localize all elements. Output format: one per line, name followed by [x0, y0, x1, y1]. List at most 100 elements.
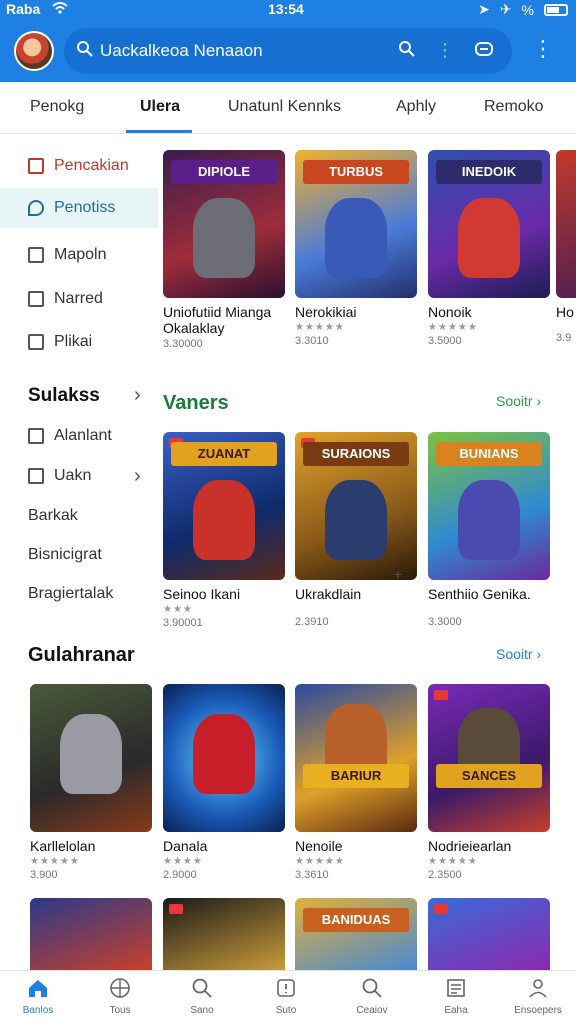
game-meta: 2.9000 — [163, 869, 197, 881]
game-card[interactable]: Danala ★★★★ 2.9000 — [163, 684, 285, 884]
game-title: Nonoik — [428, 304, 472, 320]
nav-label: Eaha — [444, 1005, 468, 1016]
game-thumbnail: DIPIOLE — [163, 150, 285, 298]
tab-0[interactable]: Penokg — [30, 98, 84, 116]
game-card[interactable]: BARIUR Nenoile ★★★★★ 3.3610 — [295, 684, 417, 884]
nav-item-ensoepers[interactable]: Ensoepers — [502, 977, 574, 1016]
nav-item-eaha[interactable]: Eaha — [420, 977, 492, 1016]
game-card[interactable]: BUNIANS Senthiio Genika. 3.3000 — [428, 432, 550, 632]
globe-icon — [84, 977, 156, 1003]
add-icon[interactable]: + — [394, 566, 402, 582]
game-art — [193, 480, 255, 560]
see-all-link[interactable]: Sooitr › — [496, 646, 541, 662]
search-submit-icon[interactable] — [398, 40, 416, 63]
game-title: Ho — [556, 304, 574, 320]
game-meta: 3.3000 — [428, 616, 462, 628]
game-thumbnail — [30, 898, 152, 970]
status-right: ➤ ✈ % — [478, 1, 568, 18]
chat-icon — [28, 200, 44, 216]
game-art — [193, 198, 255, 278]
tab-4[interactable]: Remoko — [484, 98, 544, 116]
tab-indicator — [126, 130, 192, 133]
game-thumbnail: BARIUR — [295, 684, 417, 832]
app-header: Raba 13:54 ➤ ✈ % Uackalkeoa Nenaaon ⋮ ⋮ — [0, 0, 576, 82]
game-meta: 3.5000 — [428, 335, 462, 347]
sidebar-subitem-0[interactable]: Alanlant — [0, 416, 158, 456]
nav-item-ceaiov[interactable]: Ceaiov — [336, 977, 408, 1016]
chevron-right-icon[interactable]: › — [134, 384, 141, 407]
see-all-link[interactable]: Sooitr › — [496, 393, 541, 409]
search-input[interactable]: Uackalkeoa Nenaaon — [100, 41, 263, 61]
more-menu-icon[interactable]: ⋮ — [532, 38, 554, 60]
news-icon — [420, 977, 492, 1003]
sidebar-item-1[interactable]: Penotiss — [0, 188, 158, 228]
sidebar-link-2[interactable]: Bragiertalak — [28, 585, 113, 603]
game-card[interactable]: TURBUS Nerokikiai ★★★★★ 3.3010 — [295, 150, 417, 350]
game-card[interactable]: SANCES Nodrieiearlan ★★★★★ 2.3500 — [428, 684, 550, 884]
section-title-vaners: Vaners — [163, 392, 229, 414]
rating-stars: ★★★★★ — [295, 856, 345, 867]
nav-label: Ensoepers — [514, 1005, 562, 1016]
sidebar-item-0[interactable]: Pencakian — [0, 146, 158, 186]
game-card[interactable] — [30, 898, 152, 970]
status-bar: Raba 13:54 ➤ ✈ % — [0, 0, 576, 20]
game-title: Karllelolan — [30, 838, 96, 854]
filter-icon[interactable] — [474, 40, 494, 63]
info-icon — [250, 977, 322, 1003]
signal-icon: ✈ — [499, 1, 512, 17]
art-title: SURAIONS — [303, 442, 409, 466]
status-time: 13:54 — [268, 1, 304, 17]
game-meta: 3.3610 — [295, 869, 329, 881]
sidebar-item-3[interactable]: Narred — [0, 279, 158, 319]
section-title-gulahranar: Gulahranar — [28, 644, 135, 666]
game-title: Uniofutiid Mianga Okalaklay — [163, 304, 272, 336]
game-meta: 3.9 — [556, 332, 572, 344]
game-title: Senthiio Genika. — [428, 586, 531, 602]
game-card[interactable] — [163, 898, 285, 970]
chevron-right-icon[interactable]: › — [134, 465, 141, 488]
rating-stars: ★★★★ — [163, 856, 203, 867]
top-tabs: Penokg Ulera Unatunl Kennks Aphly Remoko — [0, 82, 576, 134]
sidebar-link-0[interactable]: Barkak — [28, 507, 78, 525]
game-art — [193, 714, 255, 794]
nav-item-tous[interactable]: Tous — [84, 977, 156, 1016]
nav-item-suto[interactable]: Suto — [250, 977, 322, 1016]
game-title: Nodrieiearlan — [428, 838, 512, 854]
game-meta: 2.3910 — [295, 616, 329, 628]
nav-label: Tous — [109, 1005, 131, 1016]
game-card[interactable]: ZUANAT Seinoo Ikani ★★★ 3.90001 — [163, 432, 285, 632]
wifi-icon — [52, 1, 68, 17]
art-title: INEDOIK — [436, 160, 542, 184]
nav-label: Sano — [190, 1005, 214, 1016]
tab-1[interactable]: Ulera — [140, 98, 180, 116]
tab-2[interactable]: Unatunl Kennks — [228, 98, 341, 116]
tab-3[interactable]: Aphly — [396, 98, 436, 116]
game-thumbnail: SURAIONS — [295, 432, 417, 580]
sidebar-link-1[interactable]: Bisnicigrat — [28, 546, 102, 564]
sidebar-item-4[interactable]: Plikai — [0, 322, 158, 362]
game-thumbnail: TURBUS — [295, 150, 417, 298]
live-badge — [434, 904, 448, 914]
nav-item-home[interactable]: Banlos — [2, 977, 74, 1016]
game-art — [60, 714, 122, 794]
game-thumbnail: INEDOIK — [428, 150, 550, 298]
game-meta: 3.90001 — [163, 617, 203, 629]
game-card[interactable]: INEDOIK Nonoik ★★★★★ 3.5000 — [428, 150, 550, 350]
game-card[interactable]: BANIDUAS — [295, 898, 417, 970]
voice-icon[interactable]: ⋮ — [436, 40, 454, 63]
game-title: Nenoile — [295, 838, 343, 854]
rating-stars: ★★★★★ — [428, 856, 478, 867]
game-card[interactable]: DIPIOLE Uniofutiid Mianga Okalaklay 3.30… — [163, 150, 285, 350]
location-icon: ➤ — [478, 1, 490, 17]
search-bar[interactable]: Uackalkeoa Nenaaon ⋮ — [64, 28, 512, 74]
game-card-partial[interactable]: Ho 3.9 — [556, 150, 576, 350]
sidebar-item-2[interactable]: Mapoln — [0, 235, 158, 275]
avatar[interactable] — [14, 31, 54, 71]
house-icon — [28, 468, 44, 484]
home-icon — [2, 977, 74, 1003]
nav-item-sano[interactable]: Sano — [166, 977, 238, 1016]
game-thumbnail: ZUANAT — [163, 432, 285, 580]
game-card[interactable]: SURAIONS Ukrakdlain 2.3910 — [295, 432, 417, 632]
game-card[interactable] — [428, 898, 550, 970]
game-card[interactable]: Karllelolan ★★★★★ 3.900 — [30, 684, 152, 884]
